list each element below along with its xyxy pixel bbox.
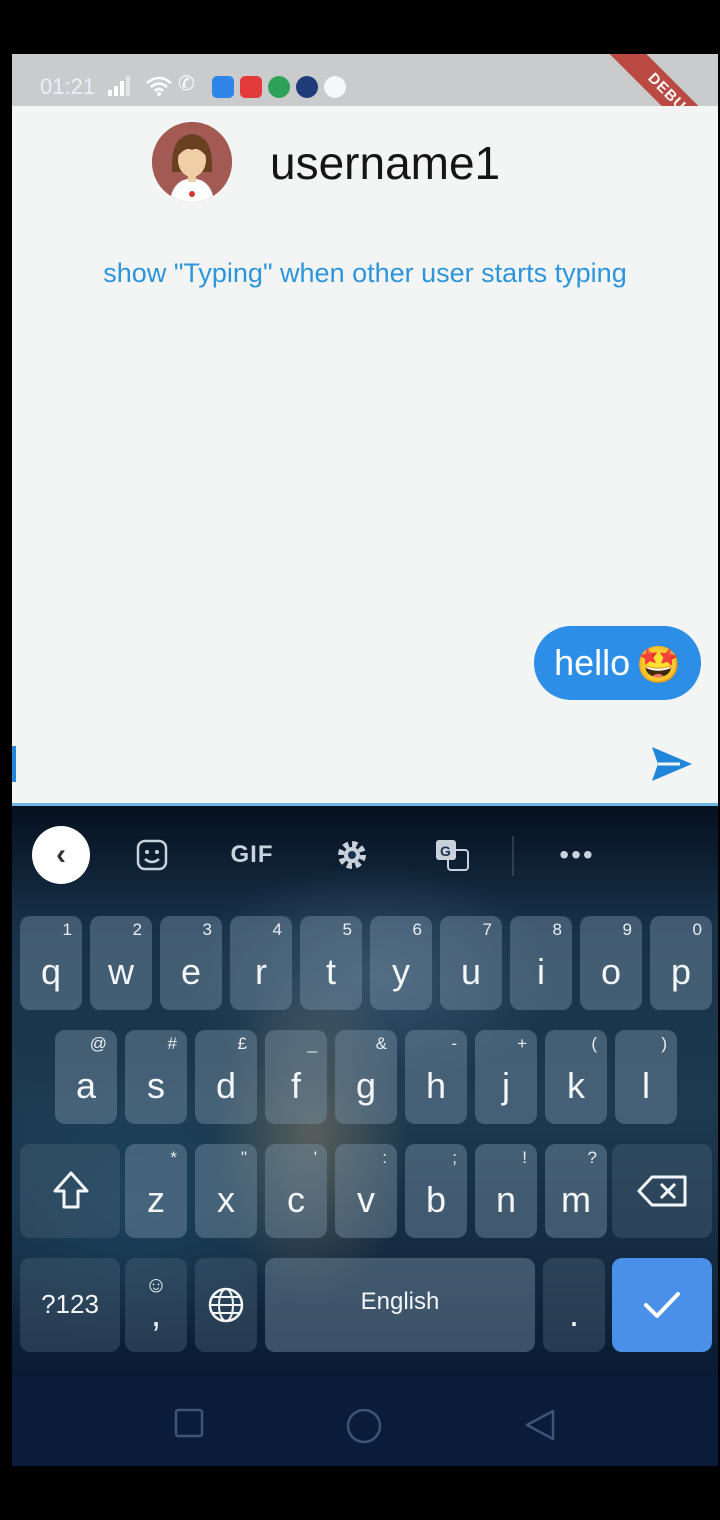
key-e[interactable]: 3e xyxy=(160,916,222,1010)
toolbar-divider xyxy=(512,836,514,876)
message-text: hello xyxy=(554,642,631,683)
key-r[interactable]: 4r xyxy=(230,916,292,1010)
shift-key[interactable] xyxy=(20,1144,120,1238)
back-icon[interactable] xyxy=(524,1408,556,1442)
app-icon-blue xyxy=(212,76,234,98)
settings-button[interactable] xyxy=(330,826,374,884)
chat-title: username1 xyxy=(270,137,501,189)
key-x[interactable]: " x xyxy=(195,1144,257,1238)
symbols-key[interactable]: ?123 xyxy=(20,1258,120,1352)
comma-key[interactable]: ☺, xyxy=(125,1258,187,1352)
key-a[interactable]: @ a xyxy=(55,1030,117,1124)
key-i[interactable]: 8i xyxy=(510,916,572,1010)
key-d[interactable]: £ d xyxy=(195,1030,257,1124)
signal-icon xyxy=(108,76,130,96)
chat-area: username1 show "Typing" when other user … xyxy=(12,106,718,806)
key-q[interactable]: 1q xyxy=(20,916,82,1010)
shift-icon xyxy=(53,1171,89,1209)
key-c[interactable]: ' c xyxy=(265,1144,327,1238)
app-icon-phone xyxy=(324,76,346,98)
sticker-icon xyxy=(136,839,168,871)
typing-hint: show "Typing" when other user starts typ… xyxy=(103,258,627,288)
phone-screen: 01:21 ✆ DEBUG username1 show "Typing" wh… xyxy=(12,54,718,1466)
key-l[interactable]: ) l xyxy=(615,1030,677,1124)
key-v[interactable]: :v xyxy=(335,1144,397,1238)
app-icon-red xyxy=(240,76,262,98)
collapse-toolbar-button[interactable]: ‹ xyxy=(32,826,90,884)
message-emoji: 🤩 xyxy=(636,644,681,686)
gif-button[interactable]: GIF xyxy=(222,826,282,884)
space-key[interactable]: English xyxy=(265,1258,535,1352)
key-p[interactable]: 0p xyxy=(650,916,712,1010)
key-s[interactable]: # s xyxy=(125,1030,187,1124)
send-button[interactable] xyxy=(650,744,694,784)
home-icon[interactable] xyxy=(346,1408,382,1444)
keyboard-toolbar: ‹ GIF G ••• xyxy=(12,806,718,896)
app-icon-navy xyxy=(296,76,318,98)
status-bar: 01:21 ✆ xyxy=(12,54,718,106)
check-icon xyxy=(644,1292,680,1318)
key-k[interactable]: (k xyxy=(545,1030,607,1124)
key-y[interactable]: 6y xyxy=(370,916,432,1010)
call-icon: ✆ xyxy=(178,73,195,95)
translate-icon: G xyxy=(436,840,469,871)
enter-key[interactable] xyxy=(612,1258,712,1352)
key-j[interactable]: + j xyxy=(475,1030,537,1124)
key-o[interactable]: 9o xyxy=(580,916,642,1010)
backspace-icon xyxy=(637,1175,687,1207)
backspace-key[interactable] xyxy=(612,1144,712,1238)
key-z[interactable]: * z xyxy=(125,1144,187,1238)
recents-icon[interactable] xyxy=(174,1408,204,1438)
message-bubble[interactable]: hello 🤩 xyxy=(534,626,701,700)
sticker-button[interactable] xyxy=(130,826,174,884)
message-input[interactable] xyxy=(12,746,16,782)
key-b[interactable]: ; b xyxy=(405,1144,467,1238)
key-n[interactable]: ! n xyxy=(475,1144,537,1238)
key-f[interactable]: _ f xyxy=(265,1030,327,1124)
period-key[interactable]: . xyxy=(543,1258,605,1352)
key-m[interactable]: ? m xyxy=(545,1144,607,1238)
svg-text:G: G xyxy=(440,843,451,859)
key-g[interactable]: & g xyxy=(335,1030,397,1124)
more-button[interactable]: ••• xyxy=(552,826,602,884)
app-icon-green xyxy=(268,76,290,98)
key-u[interactable]: 7u xyxy=(440,916,502,1010)
key-h[interactable]: -h xyxy=(405,1030,467,1124)
wifi-icon xyxy=(146,76,172,96)
avatar-icon xyxy=(152,122,232,202)
status-time: 01:21 xyxy=(40,74,96,99)
avatar[interactable] xyxy=(152,122,232,202)
key-t[interactable]: 5t xyxy=(300,916,362,1010)
globe-icon xyxy=(208,1287,244,1323)
navigation-bar xyxy=(12,1376,718,1466)
language-key[interactable] xyxy=(195,1258,257,1352)
translate-button[interactable]: G xyxy=(430,826,474,884)
key-w[interactable]: 2w xyxy=(90,916,152,1010)
settings-icon xyxy=(338,841,366,869)
keyboard: ‹ GIF G ••• 1 q 2 w 3 e 4 r 5 t 6 y 7 u … xyxy=(12,806,718,1376)
